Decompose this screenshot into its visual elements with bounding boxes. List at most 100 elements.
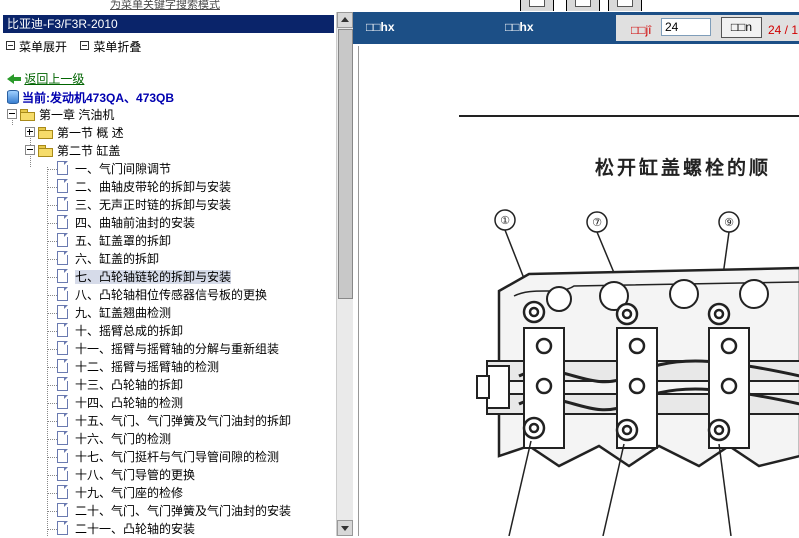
tree-leaf-label: 五、缸盖罩的拆卸 (75, 234, 172, 248)
tree-line (47, 277, 57, 278)
document-page-image: 松开缸盖螺栓的顺 ① ⑦ ⑨ (358, 46, 799, 536)
collapse-toggle-icon[interactable] (7, 109, 17, 119)
tree-leaf-label: 十、摇臂总成的拆卸 (75, 324, 184, 338)
document-page-icon (57, 305, 68, 319)
tree-line (47, 187, 57, 188)
folder-icon (38, 127, 53, 139)
back-link-row: 返回上一级 (7, 70, 84, 87)
menu-header-title: 比亚迪-F3/F3R-2010 (3, 15, 334, 33)
tree-leaf-item[interactable]: 七、凸轮轴链轮的拆卸与安装 (57, 268, 232, 286)
toolbar-button-3[interactable] (608, 0, 642, 11)
left-menu-panel: 比亚迪-F3/F3R-2010 菜单展开 菜单折叠 返回上一级 当前:发动机47… (0, 12, 353, 536)
tree-leaf-item[interactable]: 十二、摇臂与摇臂轴的检测 (57, 358, 219, 376)
tree-leaf-item[interactable]: 十九、气门座的检修 (57, 484, 183, 502)
document-page-icon (57, 233, 68, 247)
menu-actions: 菜单展开 菜单折叠 (6, 38, 141, 55)
tree-line (47, 511, 57, 512)
tree-line (47, 241, 57, 242)
tree-section-1[interactable]: 第一节 概 述 (25, 124, 124, 142)
tree-leaf-item[interactable]: 十、摇臂总成的拆卸 (57, 322, 183, 340)
expand-toggle-icon[interactable] (25, 127, 35, 137)
tree-leaf-item[interactable]: 一、气门间隙调节 (57, 160, 171, 178)
document-page-icon (57, 287, 68, 301)
tree-leaf-item[interactable]: 十一、摇臂与摇臂轴的分解与重新组装 (57, 340, 279, 358)
page-prefix-label: □□jî (631, 23, 652, 37)
tree-leaf-label: 六、缸盖的拆卸 (75, 252, 160, 266)
tree-line (47, 421, 57, 422)
page-number-input[interactable] (661, 18, 711, 36)
tree-leaf-label: 八、凸轮轴相位传感器信号板的更换 (75, 288, 268, 302)
menu-expand-button[interactable]: 菜单展开 (6, 38, 67, 55)
document-page-icon (57, 503, 68, 517)
tree-leaf-label: 十三、凸轮轴的拆卸 (75, 378, 184, 392)
tree-leaf-item[interactable]: 十八、气门导管的更换 (57, 466, 195, 484)
tree-leaf-label: 七、凸轮轴链轮的拆卸与安装 (75, 270, 232, 284)
tree-leaf-label: 二、曲轴皮带轮的拆卸与安装 (75, 180, 232, 194)
tree-leaf-item[interactable]: 二十、气门、气门弹簧及气门油封的安装 (57, 502, 291, 520)
svg-text:⑨: ⑨ (724, 217, 734, 229)
tree-leaf-item[interactable]: 十六、气门的检测 (57, 430, 171, 448)
collapse-toggle-icon[interactable] (25, 145, 35, 155)
tree-line (47, 169, 57, 170)
back-link[interactable]: 返回上一级 (24, 72, 84, 86)
tree-leaf-label: 二十一、凸轮轴的安装 (75, 522, 196, 536)
current-location: 当前:发动机473QA、473QB (7, 89, 174, 106)
tree-line (47, 313, 57, 314)
document-page-icon (57, 197, 68, 211)
menu-scrollbar[interactable] (336, 12, 353, 536)
tree-line (47, 295, 57, 296)
document-page-icon (57, 449, 68, 463)
tree-leaf-item[interactable]: 十五、气门、气门弹簧及气门油封的拆卸 (57, 412, 291, 430)
cylinder-head-diagram: 松开缸盖螺栓的顺 ① ⑦ ⑨ (459, 115, 799, 536)
scroll-thumb[interactable] (338, 29, 353, 299)
menu-collapse-button[interactable]: 菜单折叠 (80, 38, 141, 55)
document-page-icon (57, 395, 68, 409)
toolbar-label-2[interactable]: □□hx (505, 20, 534, 34)
document-page-icon (57, 413, 68, 427)
tree-leaf-item[interactable]: 十四、凸轮轴的检测 (57, 394, 183, 412)
scroll-up-button[interactable] (337, 12, 353, 28)
scroll-down-button[interactable] (337, 520, 353, 536)
tree-line (47, 457, 57, 458)
tree-leaf-item[interactable]: 二、曲轴皮带轮的拆卸与安装 (57, 178, 231, 196)
tree-line (47, 367, 57, 368)
expand-icon (6, 41, 15, 50)
tree-leaf-label: 十七、气门挺杆与气门导管间隙的检测 (75, 450, 280, 464)
document-page-icon (57, 485, 68, 499)
tree-section-2[interactable]: 第二节 缸盖 (25, 142, 120, 160)
database-icon (7, 90, 19, 104)
keyword-search-link[interactable]: 为菜单关键字搜索模式 (110, 0, 220, 11)
svg-text:⑦: ⑦ (592, 217, 602, 229)
document-panel: □□hx □□hx □□jî □□n 24 / 1 松开缸盖螺栓的顺 ① ⑦ (353, 12, 799, 536)
tree-leaf-item[interactable]: 八、凸轮轴相位传感器信号板的更换 (57, 286, 267, 304)
tree-line (47, 349, 57, 350)
document-page-icon (57, 251, 68, 265)
tree-leaf-item[interactable]: 十三、凸轮轴的拆卸 (57, 376, 183, 394)
collapse-icon (80, 41, 90, 50)
toolbar-button-1[interactable] (520, 0, 554, 11)
document-toolbar: □□hx □□hx □□jî □□n 24 / 1 (353, 12, 799, 44)
tree-leaf-label: 二十、气门、气门弹簧及气门油封的安装 (75, 504, 292, 518)
tree-leaf-item[interactable]: 三、无声正时链的拆卸与安装 (57, 196, 231, 214)
document-page-icon (57, 215, 68, 229)
toolbar-label-1[interactable]: □□hx (366, 20, 395, 34)
tree-leaf-label: 十九、气门座的检修 (75, 486, 184, 500)
tree-leaf-label: 十二、摇臂与摇臂轴的检测 (75, 360, 220, 374)
go-page-button[interactable]: □□n (721, 17, 762, 38)
document-page-icon (57, 521, 68, 535)
tree-leaf-item[interactable]: 九、缸盖翘曲检测 (57, 304, 171, 322)
document-page-icon (57, 359, 68, 373)
back-arrow-icon (7, 73, 21, 85)
toolbar-button-2[interactable] (566, 0, 600, 11)
tree-line (47, 493, 57, 494)
tree-leaf-label: 四、曲轴前油封的安装 (75, 216, 196, 230)
tree-chapter-1[interactable]: 第一章 汽油机 (7, 106, 114, 124)
page-navigator: □□jî □□n 24 / 1 (616, 15, 799, 41)
tree-leaf-item[interactable]: 二十一、凸轮轴的安装 (57, 520, 195, 538)
tree-line (47, 205, 57, 206)
tree-leaf-item[interactable]: 十七、气门挺杆与气门导管间隙的检测 (57, 448, 279, 466)
tree-leaf-item[interactable]: 五、缸盖罩的拆卸 (57, 232, 171, 250)
tree-leaf-item[interactable]: 六、缸盖的拆卸 (57, 250, 159, 268)
document-page-icon (57, 323, 68, 337)
tree-leaf-item[interactable]: 四、曲轴前油封的安装 (57, 214, 195, 232)
